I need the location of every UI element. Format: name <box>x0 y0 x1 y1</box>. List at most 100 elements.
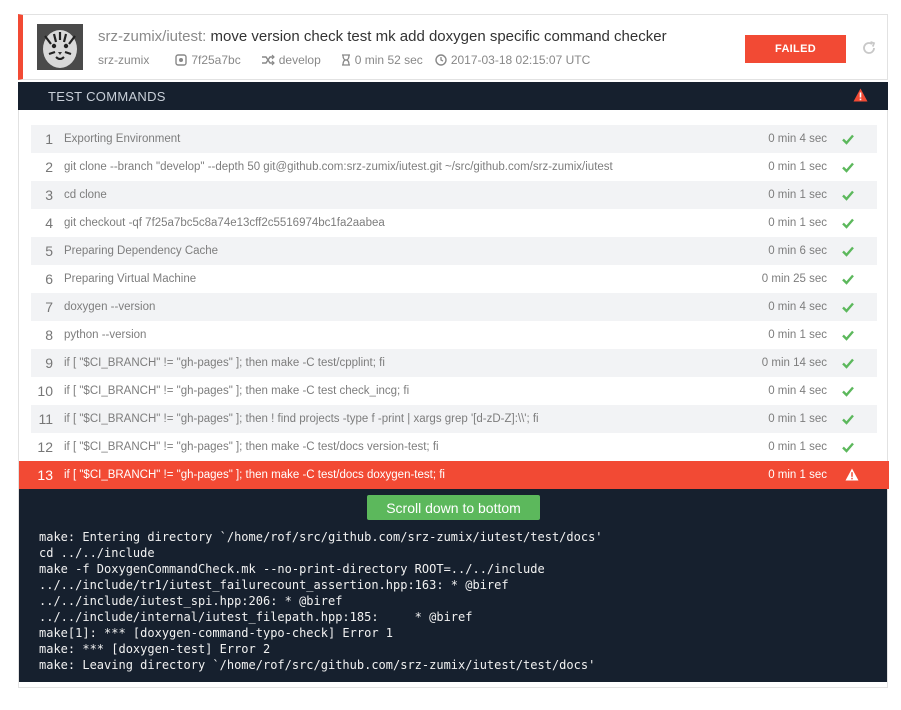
check-icon <box>841 412 855 426</box>
commit-link[interactable]: 7f25a7bc <box>175 53 241 67</box>
repo-name[interactable]: srz-zumix/iutest: <box>98 28 206 45</box>
command-text: git checkout -qf 7f25a7bc5c8a74e13cff2c5… <box>64 217 385 229</box>
avatar[interactable] <box>37 24 83 70</box>
command-row[interactable]: 6 Preparing Virtual Machine 0 min 25 sec <box>31 265 877 293</box>
scroll-to-bottom-button[interactable]: Scroll down to bottom <box>367 495 540 520</box>
command-number: 9 <box>45 355 53 371</box>
command-number: 2 <box>45 159 53 175</box>
command-duration: 0 min 1 sec <box>768 189 827 201</box>
command-duration: 0 min 1 sec <box>768 469 827 481</box>
command-number: 11 <box>38 411 53 427</box>
command-duration: 0 min 6 sec <box>768 245 827 257</box>
build-duration: 0 min 52 sec <box>341 53 423 67</box>
command-text: if [ "$CI_BRANCH" != "gh-pages" ]; then … <box>64 357 385 369</box>
command-number: 7 <box>45 299 53 315</box>
log-line: make[1]: *** [doxygen-command-typo-check… <box>39 626 394 640</box>
log-line: make: *** [doxygen-test] Error 2 <box>39 642 271 656</box>
log-line: ../../include/tr1/iutest_failurecount_as… <box>39 578 509 592</box>
check-icon <box>841 384 855 398</box>
command-row[interactable]: 4 git checkout -qf 7f25a7bc5c8a74e13cff2c… <box>31 209 877 237</box>
check-icon <box>841 160 855 174</box>
command-text: if [ "$CI_BRANCH" != "gh-pages" ]; then … <box>64 441 439 453</box>
command-number: 5 <box>45 243 53 259</box>
log-line: ../../include/internal/iutest_filepath.h… <box>39 610 473 624</box>
command-duration: 0 min 4 sec <box>768 301 827 313</box>
log-line: make: Leaving directory `/home/rof/src/g… <box>39 658 596 672</box>
command-row[interactable]: 9 if [ "$CI_BRANCH" != "gh-pages" ]; then… <box>31 349 877 377</box>
command-text: Exporting Environment <box>64 133 181 145</box>
command-row[interactable]: 8 python --version 0 min 1 sec <box>31 321 877 349</box>
build-timestamp: 2017-03-18 02:15:07 UTC <box>435 53 590 67</box>
branch-icon <box>261 54 275 66</box>
command-duration: 0 min 4 sec <box>768 133 827 145</box>
hourglass-icon <box>341 54 350 66</box>
command-text: Preparing Virtual Machine <box>64 273 197 285</box>
commit-icon <box>175 54 188 66</box>
command-number: 3 <box>45 187 53 203</box>
command-duration: 0 min 1 sec <box>768 329 827 341</box>
check-icon <box>841 132 855 146</box>
warning-icon <box>853 88 868 105</box>
command-duration: 0 min 1 sec <box>768 441 827 453</box>
clock-icon <box>435 54 447 66</box>
command-duration: 0 min 1 sec <box>768 413 827 425</box>
command-text: if [ "$CI_BRANCH" != "gh-pages" ]; then … <box>64 385 410 397</box>
check-icon <box>841 216 855 230</box>
log-lines: make: Entering directory `/home/rof/src/… <box>39 529 603 673</box>
command-row[interactable]: 1 Exporting Environment 0 min 4 sec <box>31 125 877 153</box>
command-number: 6 <box>45 271 53 287</box>
command-number: 8 <box>45 327 53 343</box>
commit-sha: 7f25a7bc <box>191 53 241 67</box>
section-title: TEST COMMANDS <box>48 89 166 104</box>
command-number: 1 <box>45 131 53 147</box>
command-number: 4 <box>45 215 53 231</box>
command-text: python --version <box>64 329 147 341</box>
log-line: cd ../../include <box>39 546 155 560</box>
log-line: make -f DoxygenCommandCheck.mk --no-prin… <box>39 562 545 576</box>
build-meta: srz-zumix 7f25a7bc develop 0 min 52 sec <box>98 53 610 67</box>
command-row[interactable]: 7 doxygen --version 0 min 4 sec <box>31 293 877 321</box>
build-title: srz-zumix/iutest: move version check tes… <box>98 28 667 45</box>
check-icon <box>841 244 855 258</box>
branch-name: develop <box>278 53 321 67</box>
check-icon <box>841 300 855 314</box>
command-number: 13 <box>37 467 53 483</box>
command-duration: 0 min 4 sec <box>768 385 827 397</box>
command-duration: 0 min 1 sec <box>768 217 827 229</box>
status-badge[interactable]: FAILED <box>745 35 846 63</box>
command-text: git clone --branch "develop" --depth 50 … <box>64 161 613 173</box>
commit-message: move version check test mk add doxygen s… <box>210 28 667 45</box>
command-row[interactable]: 5 Preparing Dependency Cache 0 min 6 sec <box>31 237 877 265</box>
command-row[interactable]: 12 if [ "$CI_BRANCH" != "gh-pages" ]; the… <box>31 433 877 461</box>
command-row[interactable]: 2 git clone --branch "develop" --depth 50… <box>31 153 877 181</box>
command-row[interactable]: 11 if [ "$CI_BRANCH" != "gh-pages" ]; the… <box>31 405 877 433</box>
command-text: if [ "$CI_BRANCH" != "gh-pages" ]; then … <box>64 413 539 425</box>
check-icon <box>841 188 855 202</box>
author-name: srz-zumix <box>98 53 150 67</box>
refresh-icon <box>863 41 876 54</box>
command-duration: 0 min 25 sec <box>761 273 827 285</box>
command-duration: 0 min 14 sec <box>761 357 827 369</box>
author: srz-zumix <box>98 53 149 67</box>
timestamp-text: 2017-03-18 02:15:07 UTC <box>450 53 591 67</box>
warning-icon <box>845 468 859 482</box>
refresh-button[interactable] <box>861 40 877 56</box>
check-icon <box>841 272 855 286</box>
command-list: 1 Exporting Environment 0 min 4 sec 2 git cl… <box>19 125 889 489</box>
branch-link[interactable]: develop <box>261 53 321 67</box>
check-icon <box>841 356 855 370</box>
command-duration: 0 min 1 sec <box>768 161 827 173</box>
command-row[interactable]: 10 if [ "$CI_BRANCH" != "gh-pages" ]; the… <box>31 377 877 405</box>
duration-text: 0 min 52 sec <box>354 53 423 67</box>
command-row-failed[interactable]: 13 if [ "$CI_BRANCH" != "gh-pages" ]; the… <box>19 461 889 489</box>
command-number: 10 <box>37 383 53 399</box>
commands-panel: 1 Exporting Environment 0 min 4 sec 2 git cl… <box>18 110 889 688</box>
build-header: srz-zumix/iutest: move version check tes… <box>18 14 888 80</box>
command-text: if [ "$CI_BRANCH" != "gh-pages" ]; then … <box>64 469 445 481</box>
test-commands-header: TEST COMMANDS <box>18 82 888 110</box>
log-output[interactable]: Scroll down to bottom make: Entering dir… <box>19 489 887 682</box>
check-icon <box>841 328 855 342</box>
command-row[interactable]: 3 cd clone 0 min 1 sec <box>31 181 877 209</box>
command-number: 12 <box>37 439 53 455</box>
command-text: cd clone <box>64 189 107 201</box>
